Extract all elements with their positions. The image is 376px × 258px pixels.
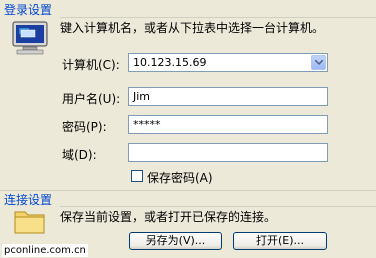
connection-settings-title: 连接设置 (4, 193, 53, 207)
username-label: 用户名(U): (62, 92, 121, 106)
save-as-button[interactable]: 另存为(V)... (129, 232, 222, 250)
connection-description: 保存当前设置，或者打开已保存的连接。 (60, 210, 277, 224)
connection-settings-divider (60, 206, 376, 207)
domain-field[interactable] (128, 143, 328, 162)
save-password-checkbox[interactable] (131, 170, 143, 182)
computer-combobox[interactable]: 10.123.15.69 (128, 53, 328, 72)
open-button[interactable]: 打开(E)... (233, 232, 327, 250)
domain-label: 域(D): (62, 148, 97, 162)
computer-value: 10.123.15.69 (133, 56, 207, 69)
computer-icon (11, 20, 49, 56)
connection-divider-top (0, 190, 376, 191)
save-password-label[interactable]: 保存密码(A) (147, 169, 213, 186)
login-settings-section: 登录设置 键入计算机名，或者从下拉表中选择一台计算机。 计算机(C): 10.1… (0, 0, 376, 190)
password-field[interactable]: ***** (128, 115, 328, 134)
chevron-down-icon[interactable] (311, 55, 326, 70)
computer-label: 计算机(C): (62, 58, 120, 72)
login-description: 键入计算机名，或者从下拉表中选择一台计算机。 (60, 21, 325, 35)
password-label: 密码(P): (62, 120, 107, 134)
watermark: pconline.com.cn (2, 244, 88, 257)
login-settings-title: 登录设置 (4, 3, 53, 17)
folder-icon (14, 207, 46, 235)
login-settings-divider (60, 17, 376, 18)
username-field[interactable]: Jim (128, 87, 328, 106)
